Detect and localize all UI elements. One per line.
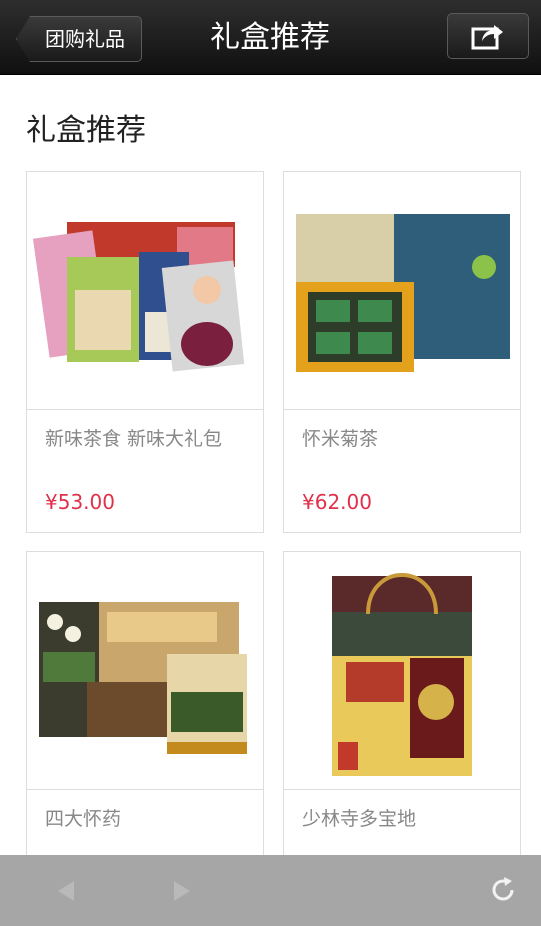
top-nav-bar: 团购礼品 礼盒推荐 (0, 0, 541, 75)
section-title: 礼盒推荐 (26, 113, 146, 148)
main-content[interactable]: 礼盒推荐 新味茶食 新味大礼包 ¥53.00 怀米菊茶 ¥62.00 四大怀药 … (0, 75, 541, 855)
arrow-right-icon[interactable] (170, 879, 194, 903)
back-button-label: 团购礼品 (45, 27, 125, 51)
arrow-left-icon[interactable] (54, 879, 78, 903)
product-image[interactable] (27, 552, 263, 790)
back-button[interactable]: 团购礼品 (16, 16, 142, 62)
page-title: 礼盒推荐 (210, 20, 330, 55)
product-name: 少林寺多宝地 (302, 808, 417, 830)
product-card[interactable]: 新味茶食 新味大礼包 ¥53.00 (26, 171, 264, 533)
share-button[interactable] (447, 13, 529, 59)
product-image[interactable] (284, 552, 520, 790)
product-name: 四大怀药 (45, 808, 122, 830)
product-name: 新味茶食 新味大礼包 (45, 428, 223, 450)
product-name: 怀米菊茶 (302, 428, 379, 450)
product-card[interactable]: 四大怀药 (26, 551, 264, 855)
share-icon (471, 25, 503, 50)
product-price: ¥53.00 (45, 490, 115, 514)
product-card[interactable]: 少林寺多宝地 (283, 551, 521, 855)
product-image[interactable] (284, 172, 520, 410)
product-card[interactable]: 怀米菊茶 ¥62.00 (283, 171, 521, 533)
product-price: ¥62.00 (302, 490, 372, 514)
refresh-icon[interactable] (488, 875, 518, 905)
product-image[interactable] (27, 172, 263, 410)
bottom-toolbar (0, 855, 541, 926)
